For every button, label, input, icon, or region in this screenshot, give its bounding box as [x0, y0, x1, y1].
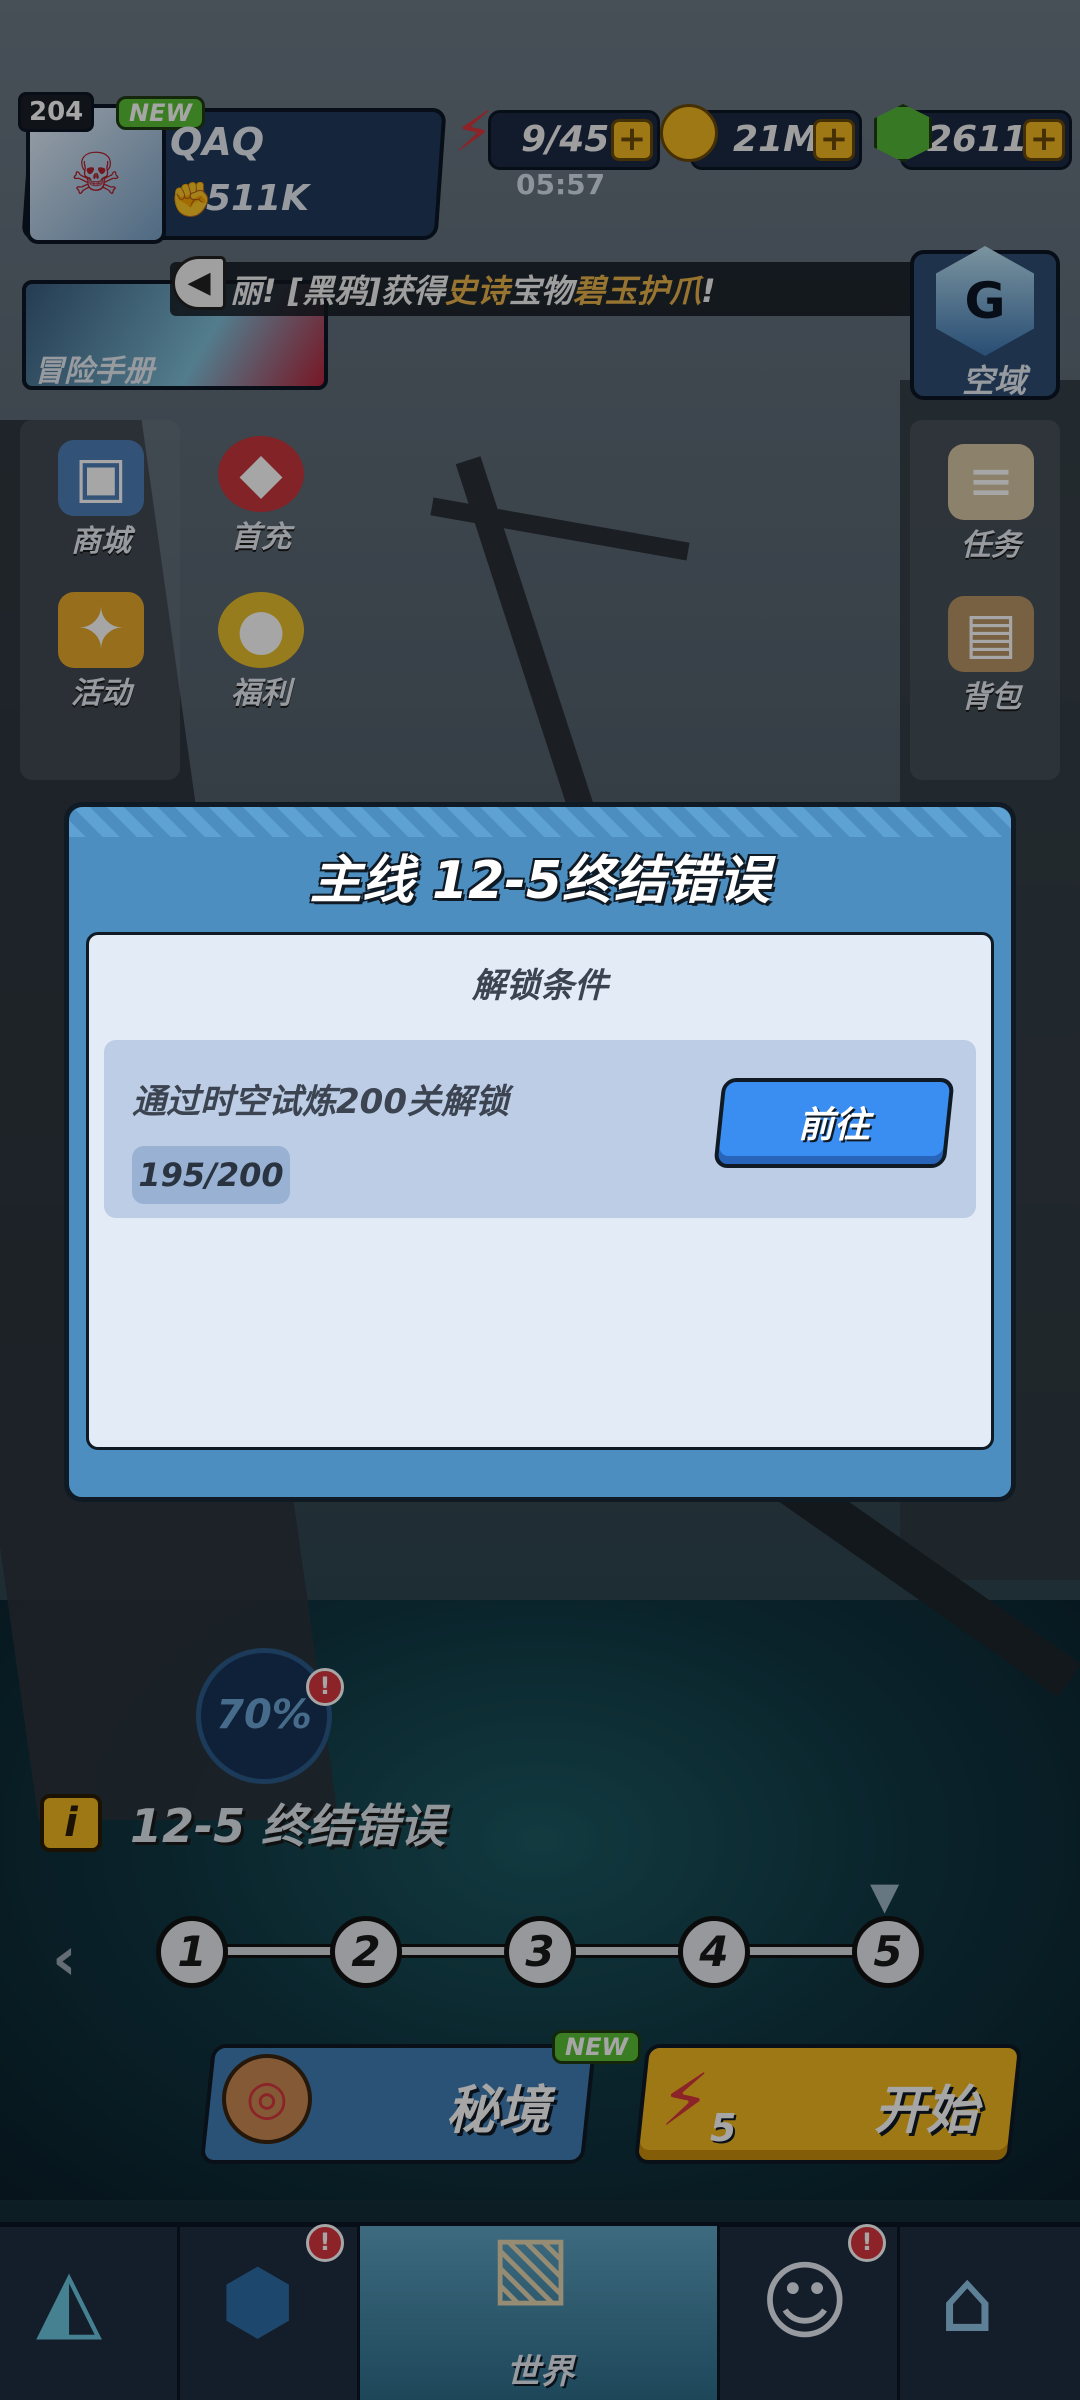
modal-header-pattern [69, 807, 1011, 837]
condition-text: 通过时空试炼200关解锁 [132, 1082, 509, 1122]
modal-title: 主线 12-5终结错误 [309, 851, 771, 911]
condition-progress: 195/200 [132, 1146, 290, 1204]
go-button-label: 前往 [797, 1105, 870, 1146]
unlock-conditions-title: 解锁条件 [472, 966, 608, 1006]
